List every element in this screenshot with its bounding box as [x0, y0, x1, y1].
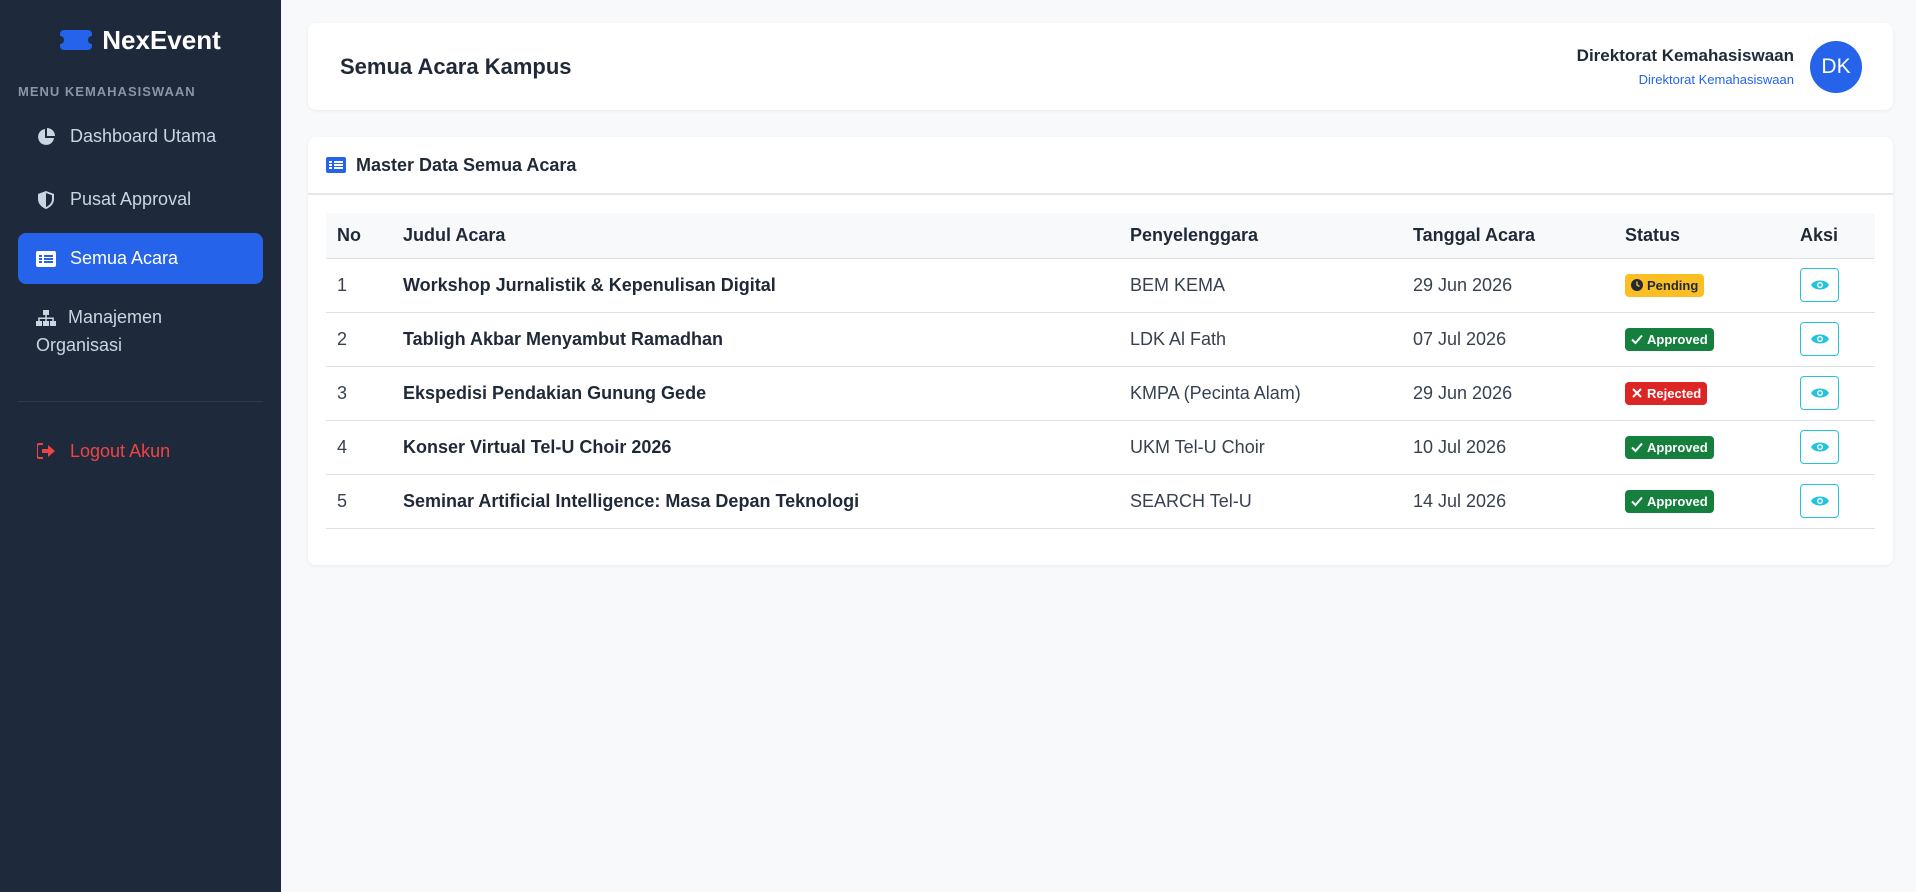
- cell-date: 29 Jun 2026: [1402, 258, 1614, 313]
- cell-aksi: [1789, 474, 1875, 529]
- cell-aksi: [1789, 312, 1875, 367]
- cell-no: 2: [326, 312, 392, 367]
- brand-name: NexEvent: [102, 24, 221, 55]
- pie-chart-icon: [36, 123, 56, 150]
- cell-organizer: LDK Al Fath: [1119, 312, 1402, 367]
- sidebar-item-label: Semua Acara: [70, 248, 179, 268]
- status-label: Approved: [1647, 493, 1708, 509]
- view-button[interactable]: [1800, 322, 1839, 356]
- ticket-icon: [56, 30, 97, 50]
- cell-aksi: [1789, 366, 1875, 421]
- status-label: Approved: [1647, 439, 1708, 455]
- eye-icon: [1810, 442, 1829, 452]
- logout-icon: [36, 438, 56, 465]
- table-row: 5 Seminar Artificial Intelligence: Masa D…: [326, 474, 1875, 529]
- cell-title: Workshop Jurnalistik & Kepenulisan Digit…: [392, 258, 1119, 313]
- status-badge: Approved: [1625, 327, 1714, 351]
- cell-organizer: UKM Tel-U Choir: [1119, 420, 1402, 475]
- events-table: No Judul Acara Penyelenggara Tanggal Aca…: [326, 213, 1875, 529]
- cell-organizer: SEARCH Tel-U: [1119, 474, 1402, 529]
- view-button[interactable]: [1800, 484, 1839, 518]
- cell-status: Rejected: [1614, 366, 1789, 421]
- sidebar-divider: [18, 400, 263, 402]
- view-button[interactable]: [1800, 376, 1839, 410]
- column-header-no[interactable]: No: [326, 213, 392, 259]
- table-row: 2 Tabligh Akbar Menyambut Ramadhan LDK Al …: [326, 312, 1875, 367]
- status-badge: Pending: [1625, 273, 1705, 297]
- status-badge: Approved: [1625, 489, 1714, 513]
- clock-icon: [1631, 279, 1643, 291]
- topbar: Semua Acara Kampus Direktorat Kemahasisw…: [308, 23, 1893, 110]
- sitemap-icon: [36, 305, 56, 332]
- logout-button[interactable]: Logout Akun: [18, 422, 263, 481]
- events-card: Master Data Semua Acara No Judul Acara P…: [308, 137, 1893, 565]
- menu-heading: MENU KEMAHASISWAAN: [18, 84, 196, 99]
- cell-title: Tabligh Akbar Menyambut Ramadhan: [392, 312, 1119, 367]
- sidebar: NexEvent MENU KEMAHASISWAAN Dashboard Ut…: [0, 0, 281, 892]
- status-label: Pending: [1647, 277, 1699, 293]
- cell-date: 10 Jul 2026: [1402, 420, 1614, 475]
- check-icon: [1631, 334, 1643, 345]
- logout-label: Logout Akun: [70, 440, 171, 461]
- cell-no: 4: [326, 420, 392, 475]
- avatar[interactable]: DK: [1810, 40, 1862, 93]
- eye-icon: [1810, 334, 1829, 344]
- card-header: Master Data Semua Acara: [308, 137, 1893, 195]
- cell-no: 5: [326, 474, 392, 529]
- main-content: Semua Acara Kampus Direktorat Kemahasisw…: [281, 0, 1916, 892]
- user-role: Direktorat Kemahasiswaan: [1638, 72, 1794, 87]
- status-label: Approved: [1647, 331, 1708, 347]
- cell-title: Seminar Artificial Intelligence: Masa De…: [392, 474, 1119, 529]
- cell-status: Approved: [1614, 420, 1789, 475]
- eye-icon: [1810, 496, 1829, 506]
- cell-organizer: BEM KEMA: [1119, 258, 1402, 313]
- check-icon: [1631, 496, 1643, 507]
- cell-date: 07 Jul 2026: [1402, 312, 1614, 367]
- page-title: Semua Acara Kampus: [340, 53, 572, 79]
- sidebar-item-dashboard[interactable]: Dashboard Utama: [18, 107, 263, 166]
- view-button[interactable]: [1800, 430, 1839, 464]
- cell-date: 14 Jul 2026: [1402, 474, 1614, 529]
- cell-organizer: KMPA (Pecinta Alam): [1119, 366, 1402, 421]
- column-header-judul[interactable]: Judul Acara: [392, 213, 1119, 259]
- shield-icon: [36, 186, 56, 213]
- cell-aksi: [1789, 420, 1875, 475]
- column-header-status[interactable]: Status: [1614, 213, 1789, 259]
- user-profile[interactable]: Direktorat Kemahasiswaan Direktorat Kema…: [1576, 40, 1862, 93]
- column-header-aksi: Aksi: [1789, 213, 1875, 259]
- status-badge: Rejected: [1625, 381, 1708, 405]
- eye-icon: [1810, 280, 1829, 290]
- status-badge: Approved: [1625, 435, 1714, 459]
- cell-aksi: [1789, 258, 1875, 313]
- cell-status: Pending: [1614, 258, 1789, 313]
- cell-title: Konser Virtual Tel-U Choir 2026: [392, 420, 1119, 475]
- table-row: 3 Ekspedisi Pendakian Gunung Gede KMPA (Pe…: [326, 366, 1875, 421]
- table-row: 4 Konser Virtual Tel-U Choir 2026 UKM Tel-…: [326, 420, 1875, 475]
- list-icon: [326, 157, 346, 173]
- table-row: 1 Workshop Jurnalistik & Kepenulisan Digi…: [326, 258, 1875, 313]
- cell-date: 29 Jun 2026: [1402, 366, 1614, 421]
- view-button[interactable]: [1800, 268, 1839, 302]
- sidebar-item-approval[interactable]: Pusat Approval: [18, 170, 263, 229]
- user-name: Direktorat Kemahasiswaan: [1576, 46, 1794, 65]
- list-icon: [36, 245, 56, 272]
- sidebar-item-label: Pusat Approval: [70, 189, 192, 209]
- cell-status: Approved: [1614, 474, 1789, 529]
- brand[interactable]: NexEvent: [18, 0, 263, 80]
- sidebar-item-label: Dashboard Utama: [70, 126, 217, 146]
- column-header-tanggal[interactable]: Tanggal Acara: [1402, 213, 1614, 259]
- x-icon: [1632, 388, 1642, 398]
- sidebar-item-manajemen-organisasi[interactable]: Manajemen Organisasi: [18, 296, 263, 375]
- check-icon: [1631, 442, 1643, 453]
- cell-status: Approved: [1614, 312, 1789, 367]
- eye-icon: [1810, 388, 1829, 398]
- card-title: Master Data Semua Acara: [356, 154, 577, 175]
- cell-no: 3: [326, 366, 392, 421]
- table-header-row: No Judul Acara Penyelenggara Tanggal Aca…: [326, 213, 1875, 259]
- status-label: Rejected: [1647, 385, 1702, 401]
- column-header-penyelenggara[interactable]: Penyelenggara: [1119, 213, 1402, 259]
- cell-no: 1: [326, 258, 392, 313]
- sidebar-item-semua-acara[interactable]: Semua Acara: [18, 233, 263, 284]
- cell-title: Ekspedisi Pendakian Gunung Gede: [392, 366, 1119, 421]
